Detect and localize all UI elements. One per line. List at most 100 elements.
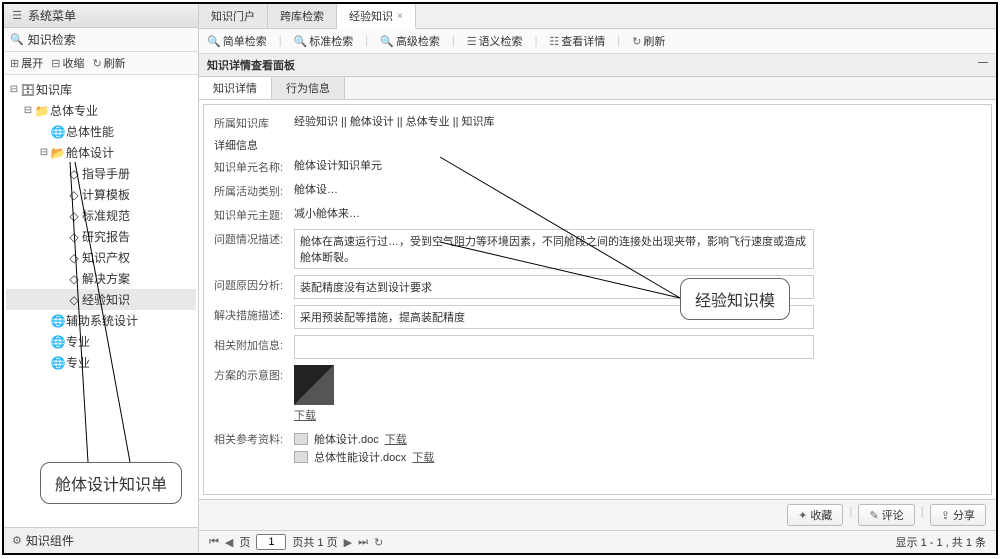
doc-icon: ◇ xyxy=(66,293,82,307)
detail-sub-tabs: 知识详情 行为信息 xyxy=(199,77,996,100)
ref-download-link[interactable]: 下载 xyxy=(412,449,434,465)
globe-icon: 🌐 xyxy=(50,125,66,139)
tab-cross-search[interactable]: 跨库检索 xyxy=(268,4,337,28)
ref-name: 舱体设计.doc xyxy=(314,431,379,447)
sidebar-header: ☰ 系统菜单 xyxy=(4,4,198,28)
standard-search-button[interactable]: 🔍标准检索 xyxy=(294,33,354,49)
tree-node[interactable]: ⊟📁总体专业 xyxy=(6,100,196,121)
cause-value[interactable]: 装配精度没有达到设计要求 xyxy=(294,275,814,299)
solution-label: 解决措施描述: xyxy=(214,305,294,323)
last-page-button[interactable]: ⏭ xyxy=(358,536,368,549)
tree-node[interactable]: ◇研究报告 xyxy=(6,226,196,247)
menu-icon: ☰ xyxy=(10,9,24,23)
tree-node[interactable]: ◇计算模板 xyxy=(6,184,196,205)
tree-node[interactable]: ◇知识产权 xyxy=(6,247,196,268)
attach-label: 相关附加信息: xyxy=(214,335,294,353)
toggle-icon[interactable]: ⊟ xyxy=(8,84,20,95)
tree-node[interactable]: 🌐专业 xyxy=(6,331,196,352)
component-icon: ⚙ xyxy=(12,534,22,547)
prev-page-button[interactable]: ◀ xyxy=(225,536,233,549)
tree-node[interactable]: ◇解决方案 xyxy=(6,268,196,289)
diagram-label: 方案的示意图: xyxy=(214,365,294,383)
action-bar: ✦收藏 | ✎评论 | ⇪分享 xyxy=(199,499,996,530)
tree-node[interactable]: ⊟📂舱体设计 xyxy=(6,142,196,163)
refs-label: 相关参考资料: xyxy=(214,429,294,447)
pager-bar: ⏮ ◀ 页 页共 1 页 ▶ ⏭ ↻ 显示 1 - 1 , 共 1 条 xyxy=(199,530,996,553)
sidebar: ☰ 系统菜单 🔍 知识检索 ⊞展开 ⊟收缩 ↻刷新 ⊟ 🗄 知识库 ⊟📁总体专业… xyxy=(4,4,199,553)
sidebar-toolbar: ⊞展开 ⊟收缩 ↻刷新 xyxy=(4,52,198,75)
pager-refresh-button[interactable]: ↻ xyxy=(374,536,383,549)
problem-label: 问题情况描述: xyxy=(214,229,294,247)
share-icon: ⇪ xyxy=(941,509,950,522)
plus-icon: ⊞ xyxy=(10,57,19,70)
tab-experience[interactable]: 经验知识× xyxy=(337,4,416,29)
doc-icon: ◇ xyxy=(66,209,82,223)
activity-value: 舱体设… xyxy=(294,181,981,197)
solution-value[interactable]: 采用预装配等措施，提高装配精度 xyxy=(294,305,814,329)
tab-portal[interactable]: 知识门户 xyxy=(199,4,268,28)
detail-icon: ☷ xyxy=(549,35,559,48)
page-input[interactable] xyxy=(256,534,286,550)
folder-open-icon: 📂 xyxy=(50,146,66,160)
toolbar-refresh-button[interactable]: ↻刷新 xyxy=(632,33,665,49)
share-button[interactable]: ⇪分享 xyxy=(930,504,986,526)
globe-icon: 🌐 xyxy=(50,314,66,328)
refresh-button[interactable]: ↻刷新 xyxy=(92,55,125,71)
sidebar-footer[interactable]: ⚙ 知识组件 xyxy=(4,527,198,553)
semantic-search-button[interactable]: ☰语义检索 xyxy=(467,33,523,49)
tree-node-selected[interactable]: ◇经验知识 xyxy=(6,289,196,310)
detail-body: 所属知识库 经验知识 || 舱体设计 || 总体专业 || 知识库 详细信息 知… xyxy=(203,104,992,495)
view-detail-button[interactable]: ☷查看详情 xyxy=(549,33,605,49)
refresh-icon: ↻ xyxy=(92,57,101,70)
search-icon: 🔍 xyxy=(380,35,394,48)
activity-label: 所属活动类别: xyxy=(214,181,294,199)
problem-value[interactable]: 舱体在高速运行过…，受到空气阻力等环境因素，不同舱段之间的连接处出现夹带，影响飞… xyxy=(294,229,814,269)
close-icon[interactable]: × xyxy=(397,11,403,22)
doc-icon: ◇ xyxy=(66,167,82,181)
file-icon xyxy=(294,433,308,445)
advanced-search-button[interactable]: 🔍高级检索 xyxy=(380,33,440,49)
doc-icon: ◇ xyxy=(66,251,82,265)
ref-name: 总体性能设计.docx xyxy=(314,449,406,465)
toggle-icon[interactable]: ⊟ xyxy=(38,147,50,158)
tree-node[interactable]: ◇指导手册 xyxy=(6,163,196,184)
comment-button[interactable]: ✎评论 xyxy=(858,504,914,526)
unit-name-label: 知识单元名称: xyxy=(214,157,294,175)
diagram-thumbnail[interactable] xyxy=(294,365,334,405)
pager-controls: ⏮ ◀ 页 页共 1 页 ▶ ⏭ ↻ xyxy=(209,534,383,550)
toggle-icon[interactable]: ⊟ xyxy=(22,105,34,116)
main-tabs: 知识门户 跨库检索 经验知识× xyxy=(199,4,996,29)
search-label[interactable]: 知识检索 xyxy=(28,31,76,48)
tree-node[interactable]: 🌐专业 xyxy=(6,352,196,373)
globe-icon: 🌐 xyxy=(50,335,66,349)
knowledge-tree: ⊟ 🗄 知识库 ⊟📁总体专业 🌐总体性能 ⊟📂舱体设计 ◇指导手册 ◇计算模板 … xyxy=(4,75,198,527)
collapse-button[interactable]: ⊟收缩 xyxy=(51,55,84,71)
topic-label: 知识单元主题: xyxy=(214,205,294,223)
folder-icon: 📁 xyxy=(34,104,50,118)
search-toolbar: 🔍简单检索| 🔍标准检索| 🔍高级检索| ☰语义检索| ☷查看详情| ↻刷新 xyxy=(199,29,996,54)
next-page-button[interactable]: ▶ xyxy=(344,536,352,549)
tree-node[interactable]: ◇标准规范 xyxy=(6,205,196,226)
list-icon: ☰ xyxy=(467,35,477,48)
detail-panel-title: 知识详情查看面板 — xyxy=(199,54,996,77)
db-icon: 🗄 xyxy=(20,83,36,97)
sub-tab-detail[interactable]: 知识详情 xyxy=(199,77,272,99)
refresh-icon: ↻ xyxy=(632,35,641,48)
simple-search-button[interactable]: 🔍简单检索 xyxy=(207,33,267,49)
kb-value: 经验知识 || 舱体设计 || 总体专业 || 知识库 xyxy=(294,113,981,129)
sub-tab-behavior[interactable]: 行为信息 xyxy=(272,77,345,99)
minimize-icon[interactable]: — xyxy=(978,57,988,73)
tree-node[interactable]: 🌐辅助系统设计 xyxy=(6,310,196,331)
ref-download-link[interactable]: 下载 xyxy=(385,431,407,447)
page-label-pre: 页 xyxy=(239,534,250,550)
doc-icon: ◇ xyxy=(66,230,82,244)
search-icon: 🔍 xyxy=(10,33,24,46)
first-page-button[interactable]: ⏮ xyxy=(209,536,219,549)
expand-button[interactable]: ⊞展开 xyxy=(10,55,43,71)
tree-node[interactable]: 🌐总体性能 xyxy=(6,121,196,142)
unit-name-value: 舱体设计知识单元 xyxy=(294,157,981,173)
tree-root[interactable]: ⊟ 🗄 知识库 xyxy=(6,79,196,100)
attach-value[interactable] xyxy=(294,335,814,359)
favorite-button[interactable]: ✦收藏 xyxy=(787,504,843,526)
diagram-download-link[interactable]: 下载 xyxy=(294,410,316,422)
